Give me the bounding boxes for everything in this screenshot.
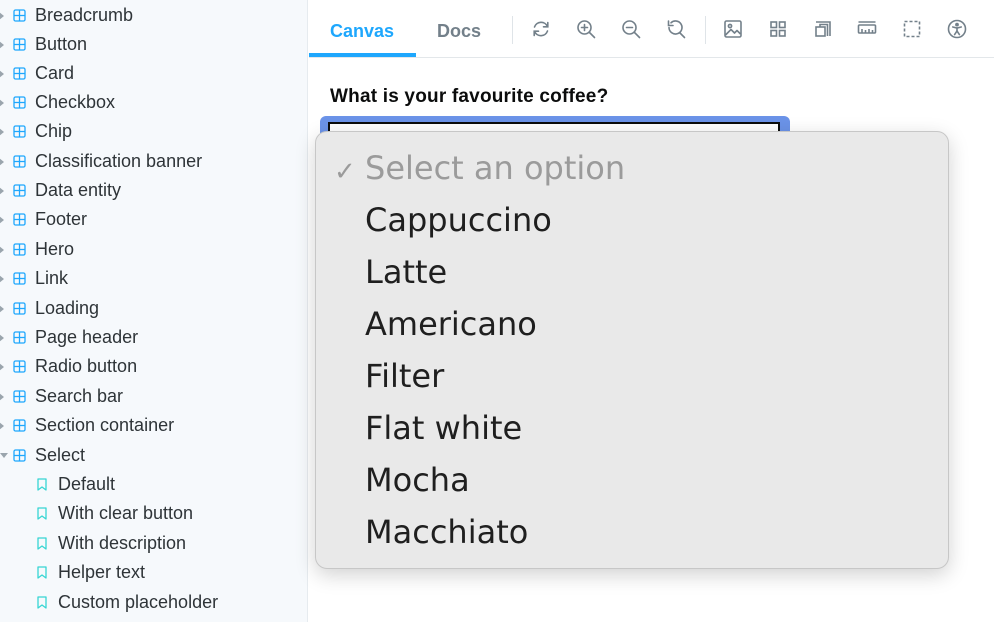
select-label: What is your favourite coffee?: [330, 86, 609, 107]
bookmark-icon: [37, 566, 47, 579]
component-icon: [13, 213, 26, 226]
reset-zoom-icon[interactable]: [664, 17, 688, 41]
toolbar-divider: [705, 16, 706, 44]
sidebar-item-label: Chip: [35, 121, 73, 141]
viewport-icon[interactable]: [811, 17, 835, 41]
sidebar-item-label: Button: [35, 34, 88, 54]
sidebar-story-label: Helper text: [58, 562, 146, 582]
sidebar-story-label: Default: [58, 474, 116, 494]
sidebar-item-label: Loading: [35, 298, 100, 318]
sidebar-item-label: Checkbox: [35, 92, 116, 112]
sidebar-item-label: Search bar: [35, 386, 124, 406]
component-icon: [13, 67, 26, 80]
chevron-down-icon: [0, 453, 8, 458]
component-icon: [13, 155, 26, 168]
chevron-right-icon: [0, 421, 4, 430]
sidebar-item-label: Classification banner: [35, 151, 203, 171]
chevron-right-icon: [0, 40, 4, 49]
toolbar: Canvas Docs: [309, 0, 994, 58]
sidebar: Breadcrumb Button Card Checkbox Chip Cla…: [0, 0, 308, 622]
measure-icon[interactable]: [855, 17, 879, 41]
chevron-right-icon: [0, 11, 4, 20]
sidebar-item-label: Page header: [35, 327, 139, 347]
option-select-an-option[interactable]: Select an option: [365, 149, 625, 187]
chevron-right-icon: [0, 392, 4, 401]
sidebar-item-label: Footer: [35, 209, 88, 229]
tab-canvas[interactable]: Canvas: [330, 0, 394, 58]
sidebar-item-label: Card: [35, 63, 75, 83]
sidebar-item-label: Link: [35, 268, 69, 288]
option-filter[interactable]: Filter: [365, 357, 444, 395]
chevron-right-icon: [0, 245, 4, 254]
component-icon: [13, 38, 26, 51]
component-icon: [13, 272, 26, 285]
sidebar-item-label: Radio button: [35, 356, 138, 376]
component-icon: [13, 9, 26, 22]
component-icon: [13, 96, 26, 109]
tab-docs[interactable]: Docs: [437, 0, 481, 58]
checkmark-icon: ✓: [334, 157, 356, 187]
grid-icon[interactable]: [766, 17, 790, 41]
component-icon: [13, 243, 26, 256]
bookmark-icon: [37, 537, 47, 550]
bookmark-icon: [37, 596, 47, 609]
zoom-in-icon[interactable]: [574, 17, 598, 41]
chevron-right-icon: [0, 186, 4, 195]
toolbar-divider: [512, 16, 513, 44]
sidebar-item-label: Breadcrumb: [35, 5, 134, 25]
accessibility-icon[interactable]: [945, 17, 969, 41]
chevron-right-icon: [0, 127, 4, 136]
sidebar-item-label: Select: [35, 445, 86, 465]
component-icon: [13, 390, 26, 403]
component-icon: [13, 360, 26, 373]
chevron-right-icon: [0, 304, 4, 313]
component-icon: [13, 419, 26, 432]
component-icon: [13, 302, 26, 315]
zoom-out-icon[interactable]: [619, 17, 643, 41]
chevron-right-icon: [0, 362, 4, 371]
bookmark-icon: [37, 507, 47, 520]
sidebar-item-label: Data entity: [35, 180, 122, 200]
option-mocha[interactable]: Mocha: [365, 461, 470, 499]
select-dropdown-menu: ✓ Select an option Cappuccino Latte Amer…: [315, 131, 949, 569]
sidebar-story-label: With clear button: [58, 503, 194, 523]
sidebar-story-label: Custom placeholder: [58, 592, 219, 612]
chevron-right-icon: [0, 215, 4, 224]
component-icon: [13, 125, 26, 138]
chevron-right-icon: [0, 69, 4, 78]
outline-icon[interactable]: [900, 17, 924, 41]
component-icon: [13, 331, 26, 344]
bookmark-icon: [37, 478, 47, 491]
chevron-right-icon: [0, 333, 4, 342]
sidebar-item-label: Hero: [35, 239, 75, 259]
component-icon: [13, 449, 26, 462]
option-flat-white[interactable]: Flat white: [365, 409, 522, 447]
reload-icon[interactable]: [529, 17, 553, 41]
background-icon[interactable]: [721, 17, 745, 41]
option-macchiato[interactable]: Macchiato: [365, 513, 528, 551]
chevron-right-icon: [0, 98, 4, 107]
option-latte[interactable]: Latte: [365, 253, 447, 291]
chevron-right-icon: [0, 157, 4, 166]
sidebar-item-label: Section container: [35, 415, 175, 435]
sidebar-story-label: With description: [58, 533, 187, 553]
option-americano[interactable]: Americano: [365, 305, 537, 343]
option-cappuccino[interactable]: Cappuccino: [365, 201, 552, 239]
active-tab-indicator: [309, 53, 416, 57]
component-icon: [13, 184, 26, 197]
chevron-right-icon: [0, 274, 4, 283]
